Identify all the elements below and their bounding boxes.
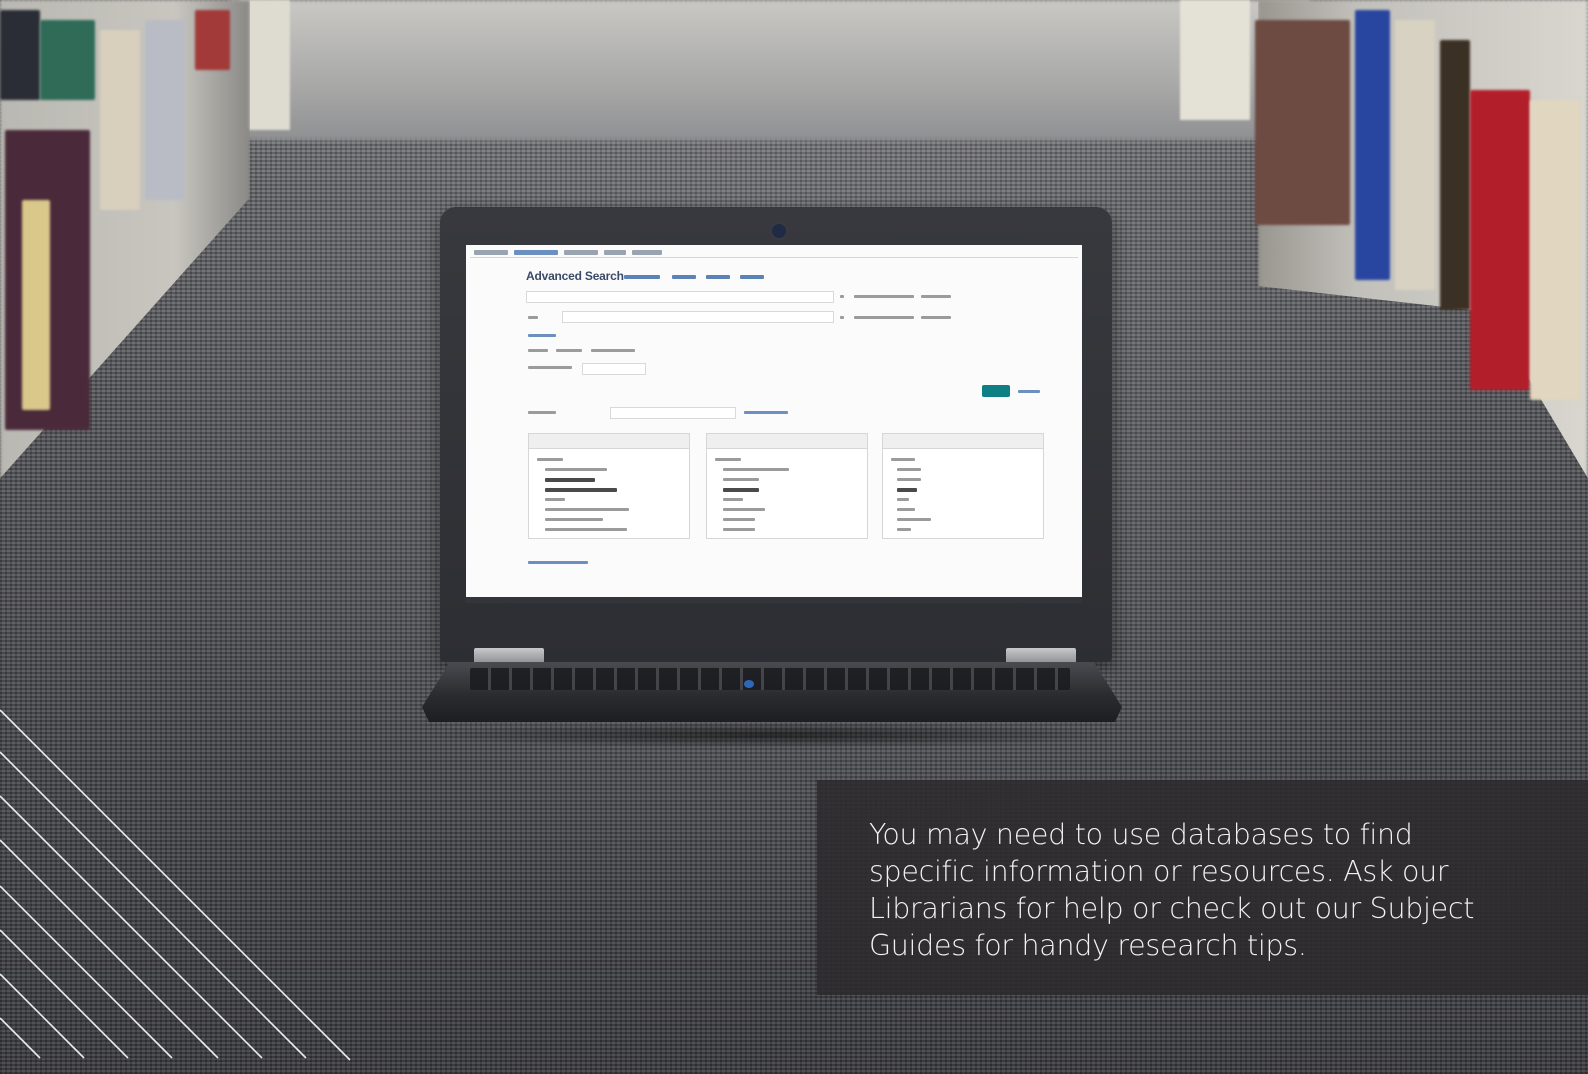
screen-text (545, 478, 595, 482)
screen-text (528, 561, 588, 564)
screen-text (897, 478, 921, 481)
screen-bezel-bottom (466, 597, 1082, 603)
screen-text (715, 458, 741, 461)
screen-text (723, 518, 755, 521)
screen-text (537, 458, 563, 461)
screen-link (672, 275, 696, 279)
screen-text (897, 528, 911, 531)
screen-tab (632, 250, 662, 255)
hinge-left (474, 648, 544, 664)
screen-text (545, 488, 617, 492)
screen-text (545, 508, 629, 511)
trackpoint (744, 680, 754, 688)
screen-text (545, 498, 565, 501)
screen-link (624, 275, 660, 279)
screen-panel-header (529, 434, 689, 449)
laptop-screen: Advanced Search (466, 245, 1082, 597)
screen-text (528, 316, 538, 319)
screen-tab-bar (470, 249, 1078, 258)
screen-text (897, 508, 915, 511)
screen-search-button (982, 385, 1010, 397)
screen-input (610, 407, 736, 419)
screen-text (840, 316, 844, 319)
screen-select (582, 363, 646, 375)
screen-text (723, 478, 759, 481)
laptop-shadow (410, 722, 1134, 748)
screen-link (740, 275, 764, 279)
photo-scene: Advanced Search You may need to use data… (0, 0, 1588, 1074)
screen-text (897, 498, 909, 501)
screen-tab (474, 250, 508, 255)
screen-text (528, 366, 572, 369)
screen-text (1018, 390, 1040, 393)
caption-box: You may need to use databases to find sp… (817, 780, 1588, 995)
screen-tab (564, 250, 598, 255)
screen-tab (514, 250, 558, 255)
screen-text (528, 411, 556, 414)
screen-text (545, 528, 627, 531)
screen-text (891, 458, 915, 461)
screen-text (854, 316, 914, 319)
screen-search-input (562, 311, 834, 323)
screen-link (706, 275, 730, 279)
screen-text (840, 295, 844, 298)
screen-text (723, 508, 765, 511)
screen-text (528, 334, 556, 337)
caption-text: You may need to use databases to find sp… (869, 818, 1475, 962)
keyboard (470, 668, 1070, 690)
screen-text (723, 468, 789, 471)
screen-filter-panel (706, 433, 868, 539)
webcam-icon (770, 222, 788, 240)
screen-text (723, 498, 743, 501)
screen-search-input (526, 291, 834, 303)
screen-tab (604, 250, 626, 255)
screen-text (921, 316, 951, 319)
screen-text (897, 488, 917, 492)
hinge-right (1006, 648, 1076, 664)
screen-filter-panel (882, 433, 1044, 539)
screen-text (921, 295, 951, 298)
screen-text (854, 295, 914, 298)
screen-text (591, 349, 635, 352)
screen-text (723, 528, 755, 531)
screen-text (556, 349, 582, 352)
screen-text (545, 468, 607, 471)
screen-text (897, 518, 931, 521)
screen-text (897, 468, 921, 471)
screen-filter-panel (528, 433, 690, 539)
screen-text (723, 488, 759, 492)
screen-panel-header (707, 434, 867, 449)
diagonal-lines-decoration (0, 709, 351, 1061)
screen-text (545, 518, 603, 521)
screen-page-title: Advanced Search (526, 269, 624, 283)
screen-panel-header (883, 434, 1043, 449)
screen-text (528, 349, 548, 352)
screen-text (744, 411, 788, 414)
